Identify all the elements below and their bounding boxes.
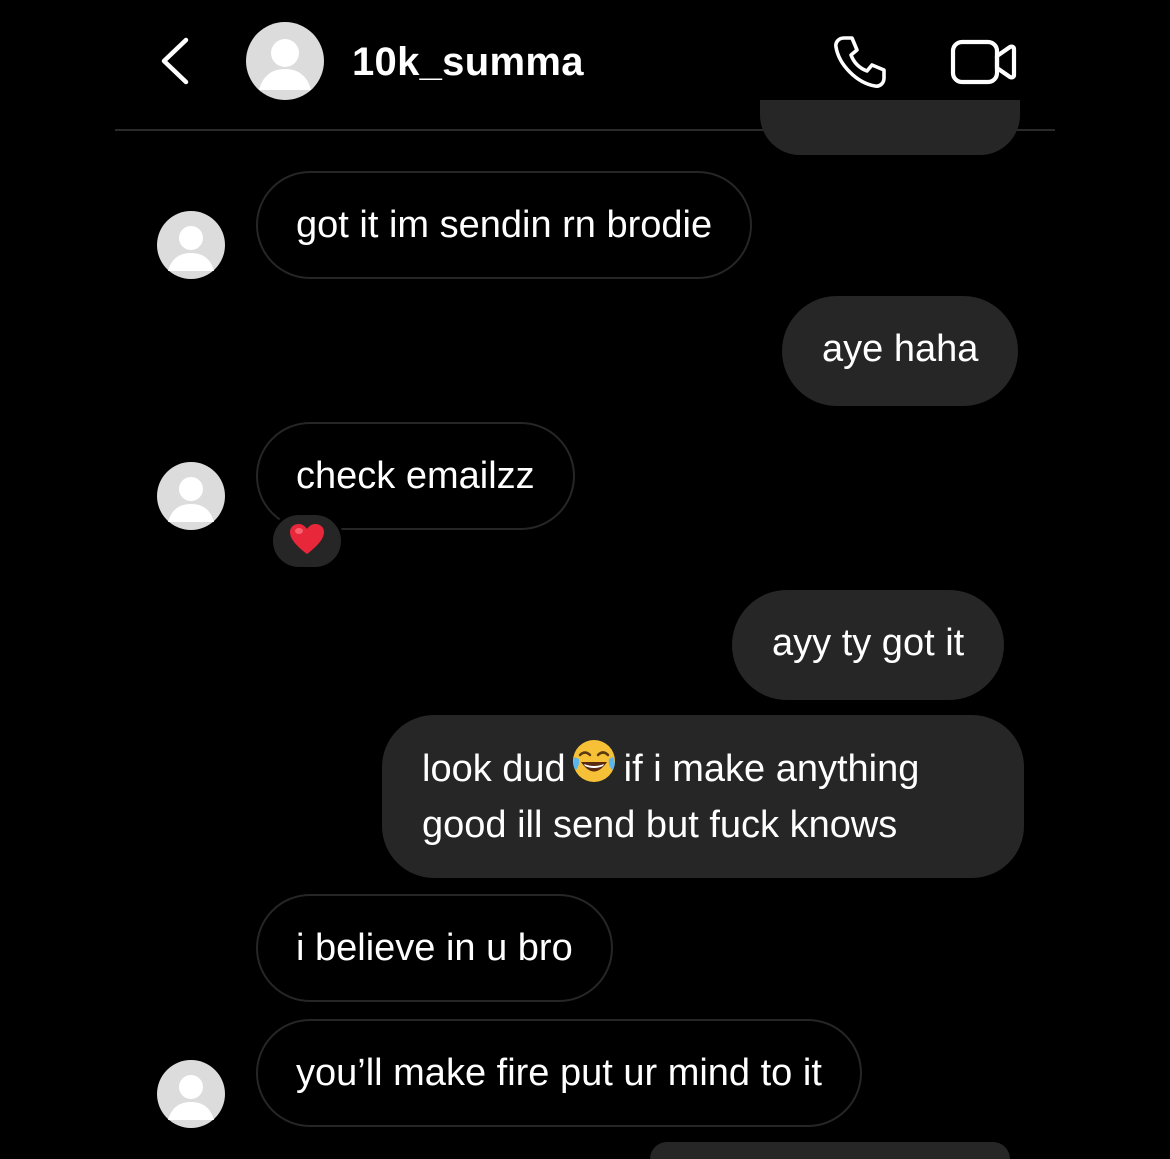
message-bubble-partial [650,1142,1010,1159]
sender-avatar[interactable] [157,462,225,530]
message-bubble-outgoing[interactable]: ayy ty got it [732,590,1005,700]
reaction-badge[interactable] [270,512,344,570]
heart-icon [289,523,325,560]
chat-username[interactable]: 10k_summa [352,38,584,86]
message-bubble-outgoing[interactable]: look dud if i make anything good ill sen… [382,715,1024,878]
message-text: check emailzz [296,455,535,497]
profile-avatar[interactable] [246,22,324,100]
message-text: aye haha [822,328,979,370]
message-text-line-2: good ill send but fuck knows [422,804,898,846]
joy-emoji-icon [570,737,618,799]
message-text: i believe in u bro [296,927,573,969]
sender-avatar[interactable] [157,1060,225,1128]
message-text: ayy ty got it [772,622,965,664]
video-camera-icon[interactable] [950,36,1018,88]
message-bubble-outgoing[interactable]: aye haha [782,296,1019,406]
message-bubble-incoming[interactable]: you’ll make fire put ur mind to it [256,1019,862,1127]
phone-icon[interactable] [830,32,890,92]
message-bubble-partial [760,100,1020,155]
message-bubble-incoming[interactable]: got it im sendin rn brodie [256,171,753,279]
message-text: you’ll make fire put ur mind to it [296,1052,822,1094]
message-text-line-1: look dud if i make anything [422,740,984,799]
sender-avatar[interactable] [157,211,225,279]
message-bubble-incoming[interactable]: i believe in u bro [256,894,613,1002]
message-text: got it im sendin rn brodie [296,204,713,246]
chevron-left-icon[interactable] [150,36,200,86]
